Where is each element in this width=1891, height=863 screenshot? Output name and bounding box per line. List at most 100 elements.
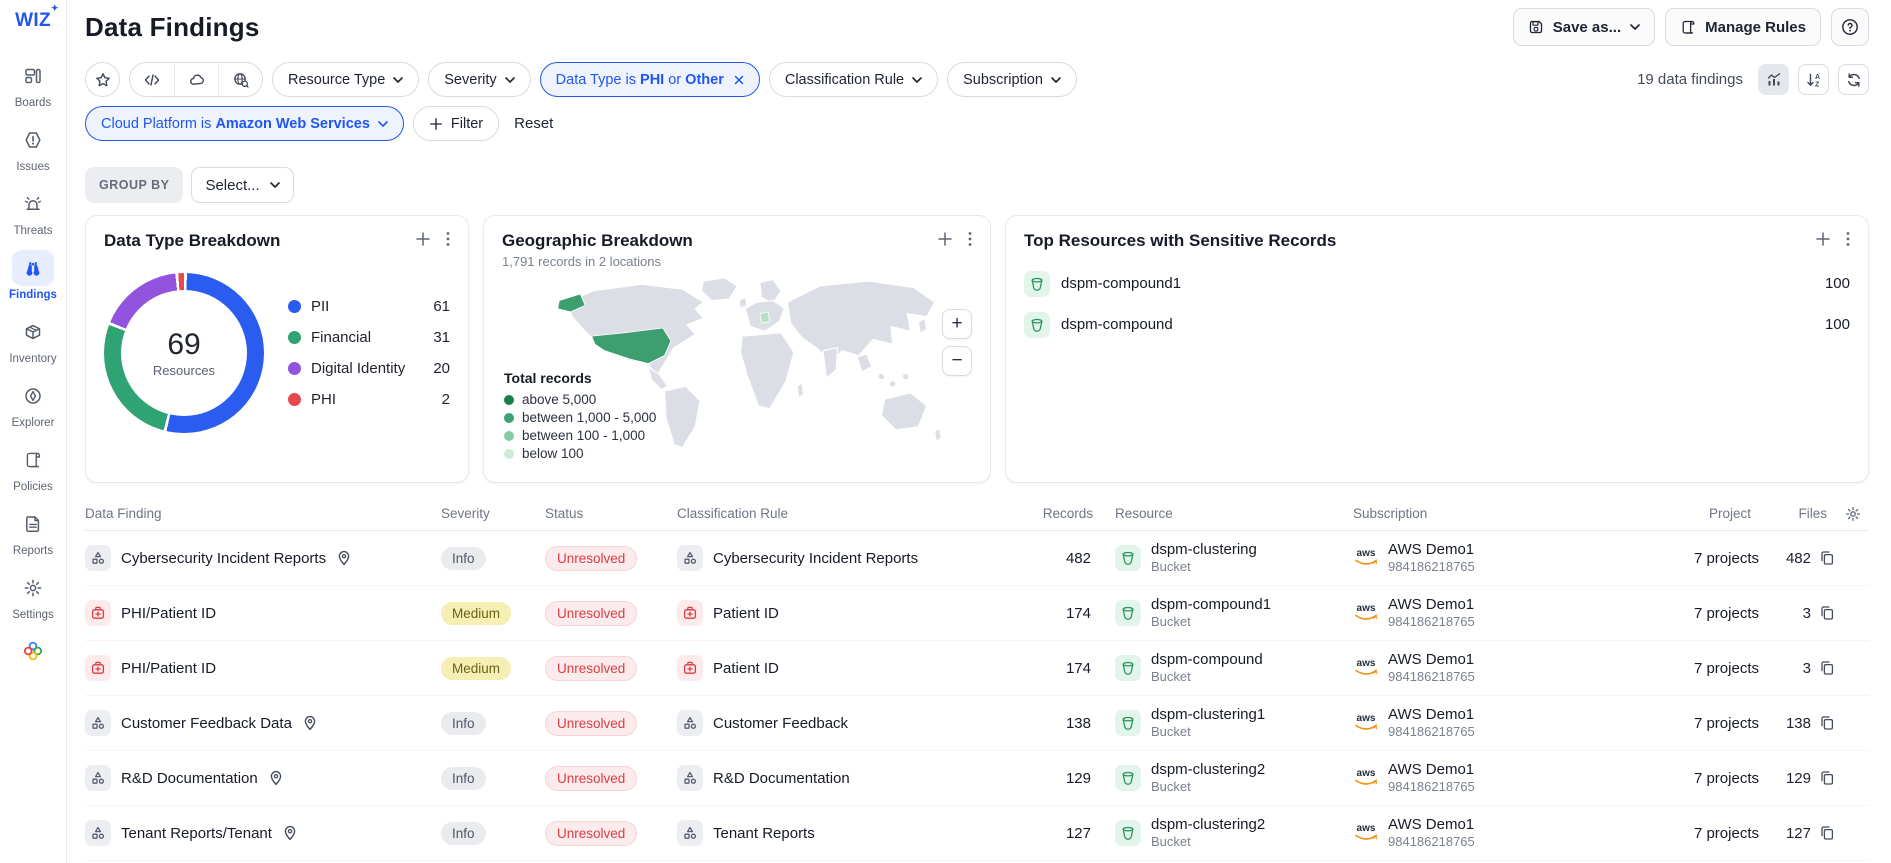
world-map[interactable]: Total records above 5,000 between 1,000 …: [502, 273, 972, 463]
sidebar-item-issues[interactable]: Issues: [12, 122, 54, 173]
subscription-name[interactable]: AWS Demo1: [1388, 596, 1474, 613]
sidebar-item-reports[interactable]: Reports: [12, 506, 54, 557]
resource-name[interactable]: dspm-clustering2: [1151, 761, 1265, 778]
copy-icon[interactable]: [1819, 605, 1835, 621]
group-by-select[interactable]: Select...: [191, 167, 293, 203]
classification-rule-name[interactable]: Tenant Reports: [713, 825, 815, 842]
toggle-charts-button[interactable]: [1758, 64, 1789, 95]
classification-rule-filter[interactable]: Classification Rule: [769, 62, 938, 97]
refresh-button[interactable]: [1838, 64, 1869, 95]
wiz-logo[interactable]: WIZ✦: [15, 10, 51, 32]
column-header-data-finding[interactable]: Data Finding: [85, 506, 441, 521]
add-widget-button[interactable]: [415, 231, 431, 247]
manage-rules-button[interactable]: Manage Rules: [1665, 8, 1821, 46]
column-header-project[interactable]: Project: [1601, 506, 1759, 521]
favorite-filter-button[interactable]: [85, 62, 120, 97]
resource-name[interactable]: dspm-compound: [1061, 316, 1173, 333]
copy-icon[interactable]: [1819, 660, 1835, 676]
data-finding-name[interactable]: Cybersecurity Incident Reports: [121, 550, 326, 567]
subscription-name[interactable]: AWS Demo1: [1388, 816, 1474, 833]
resource-name[interactable]: dspm-clustering2: [1151, 816, 1265, 833]
project-count[interactable]: 7 projects: [1601, 715, 1759, 732]
location-pin-icon[interactable]: [282, 825, 298, 841]
table-row[interactable]: Cybersecurity Incident Reports Info Unre…: [85, 531, 1869, 586]
legend-item-digital-identity[interactable]: Digital Identity 20: [288, 360, 450, 377]
project-count[interactable]: 7 projects: [1601, 770, 1759, 787]
close-icon[interactable]: [734, 75, 744, 85]
sidebar-item-explorer[interactable]: Explorer: [12, 378, 55, 429]
add-widget-button[interactable]: [937, 231, 953, 247]
data-finding-name[interactable]: PHI/Patient ID: [121, 605, 216, 622]
classification-rule-name[interactable]: Patient ID: [713, 660, 779, 677]
resource-name[interactable]: dspm-clustering: [1151, 541, 1257, 558]
sidebar-item-findings[interactable]: Findings: [9, 250, 57, 301]
column-header-resource[interactable]: Resource: [1101, 506, 1353, 521]
copy-icon[interactable]: [1819, 550, 1835, 566]
sidebar-item-threats[interactable]: Threats: [12, 186, 54, 237]
status-badge[interactable]: Unresolved: [545, 546, 637, 571]
card-menu-button[interactable]: [968, 231, 972, 247]
column-header-files[interactable]: Files: [1759, 506, 1835, 521]
code-query-button[interactable]: [130, 63, 174, 96]
classification-rule-name[interactable]: Patient ID: [713, 605, 779, 622]
data-finding-name[interactable]: R&D Documentation: [121, 770, 258, 787]
severity-filter[interactable]: Severity: [428, 62, 530, 97]
resource-name[interactable]: dspm-compound1: [1061, 275, 1181, 292]
top-resource-row[interactable]: dspm-compound 100: [1024, 308, 1850, 341]
subscription-name[interactable]: AWS Demo1: [1388, 651, 1474, 668]
subscription-filter[interactable]: Subscription: [947, 62, 1077, 97]
subscription-name[interactable]: AWS Demo1: [1388, 761, 1474, 778]
table-row[interactable]: Tenant Reports/Tenant Info Unresolved Te…: [85, 806, 1869, 861]
data-type-filter-active[interactable]: Data Type is PHI or Other: [540, 62, 760, 97]
reset-filters-link[interactable]: Reset: [514, 115, 553, 132]
column-header-records[interactable]: Records: [1013, 506, 1101, 521]
sidebar-item-boards[interactable]: Boards: [12, 58, 54, 109]
cloud-filter-button[interactable]: [174, 63, 218, 96]
location-pin-icon[interactable]: [336, 550, 352, 566]
project-count[interactable]: 7 projects: [1601, 660, 1759, 677]
status-badge[interactable]: Unresolved: [545, 601, 637, 626]
classification-rule-name[interactable]: Cybersecurity Incident Reports: [713, 550, 918, 567]
resource-name[interactable]: dspm-compound1: [1151, 596, 1271, 613]
column-header-status[interactable]: Status: [545, 506, 677, 521]
table-row[interactable]: PHI/Patient ID Medium Unresolved Patient…: [85, 641, 1869, 696]
project-count[interactable]: 7 projects: [1601, 825, 1759, 842]
card-menu-button[interactable]: [446, 231, 450, 247]
copy-icon[interactable]: [1819, 770, 1835, 786]
status-badge[interactable]: Unresolved: [545, 766, 637, 791]
cloud-platform-filter-active[interactable]: Cloud Platform is Amazon Web Services: [85, 106, 404, 141]
region-filter-button[interactable]: [218, 63, 262, 96]
add-widget-button[interactable]: [1815, 231, 1831, 247]
copy-icon[interactable]: [1819, 825, 1835, 841]
data-finding-name[interactable]: PHI/Patient ID: [121, 660, 216, 677]
table-row[interactable]: PHI/Patient ID Medium Unresolved Patient…: [85, 586, 1869, 641]
resource-name[interactable]: dspm-compound: [1151, 651, 1263, 668]
card-menu-button[interactable]: [1846, 231, 1850, 247]
status-badge[interactable]: Unresolved: [545, 656, 637, 681]
table-settings-button[interactable]: [1835, 506, 1869, 522]
data-type-donut-chart[interactable]: 69 Resources: [104, 273, 264, 433]
location-pin-icon[interactable]: [302, 715, 318, 731]
resource-name[interactable]: dspm-clustering1: [1151, 706, 1265, 723]
classification-rule-name[interactable]: R&D Documentation: [713, 770, 850, 787]
column-header-severity[interactable]: Severity: [441, 506, 545, 521]
column-header-subscription[interactable]: Subscription: [1353, 506, 1601, 521]
legend-item-pii[interactable]: PII 61: [288, 298, 450, 315]
table-row[interactable]: R&D Documentation Info Unresolved R&D Do…: [85, 751, 1869, 806]
column-header-classification-rule[interactable]: Classification Rule: [677, 506, 1013, 521]
status-badge[interactable]: Unresolved: [545, 821, 637, 846]
data-finding-name[interactable]: Tenant Reports/Tenant: [121, 825, 272, 842]
resource-type-filter[interactable]: Resource Type: [272, 62, 419, 97]
subscription-name[interactable]: AWS Demo1: [1388, 541, 1474, 558]
zoom-in-button[interactable]: +: [942, 309, 972, 339]
project-count[interactable]: 7 projects: [1601, 550, 1759, 567]
top-resource-row[interactable]: dspm-compound1 100: [1024, 267, 1850, 300]
help-button[interactable]: [1831, 8, 1869, 46]
status-badge[interactable]: Unresolved: [545, 711, 637, 736]
save-as-button[interactable]: Save as...: [1513, 8, 1655, 46]
project-count[interactable]: 7 projects: [1601, 605, 1759, 622]
sidebar-item-policies[interactable]: Policies: [12, 442, 54, 493]
zoom-out-button[interactable]: −: [942, 346, 972, 376]
location-pin-icon[interactable]: [268, 770, 284, 786]
sort-button[interactable]: [1798, 64, 1829, 95]
